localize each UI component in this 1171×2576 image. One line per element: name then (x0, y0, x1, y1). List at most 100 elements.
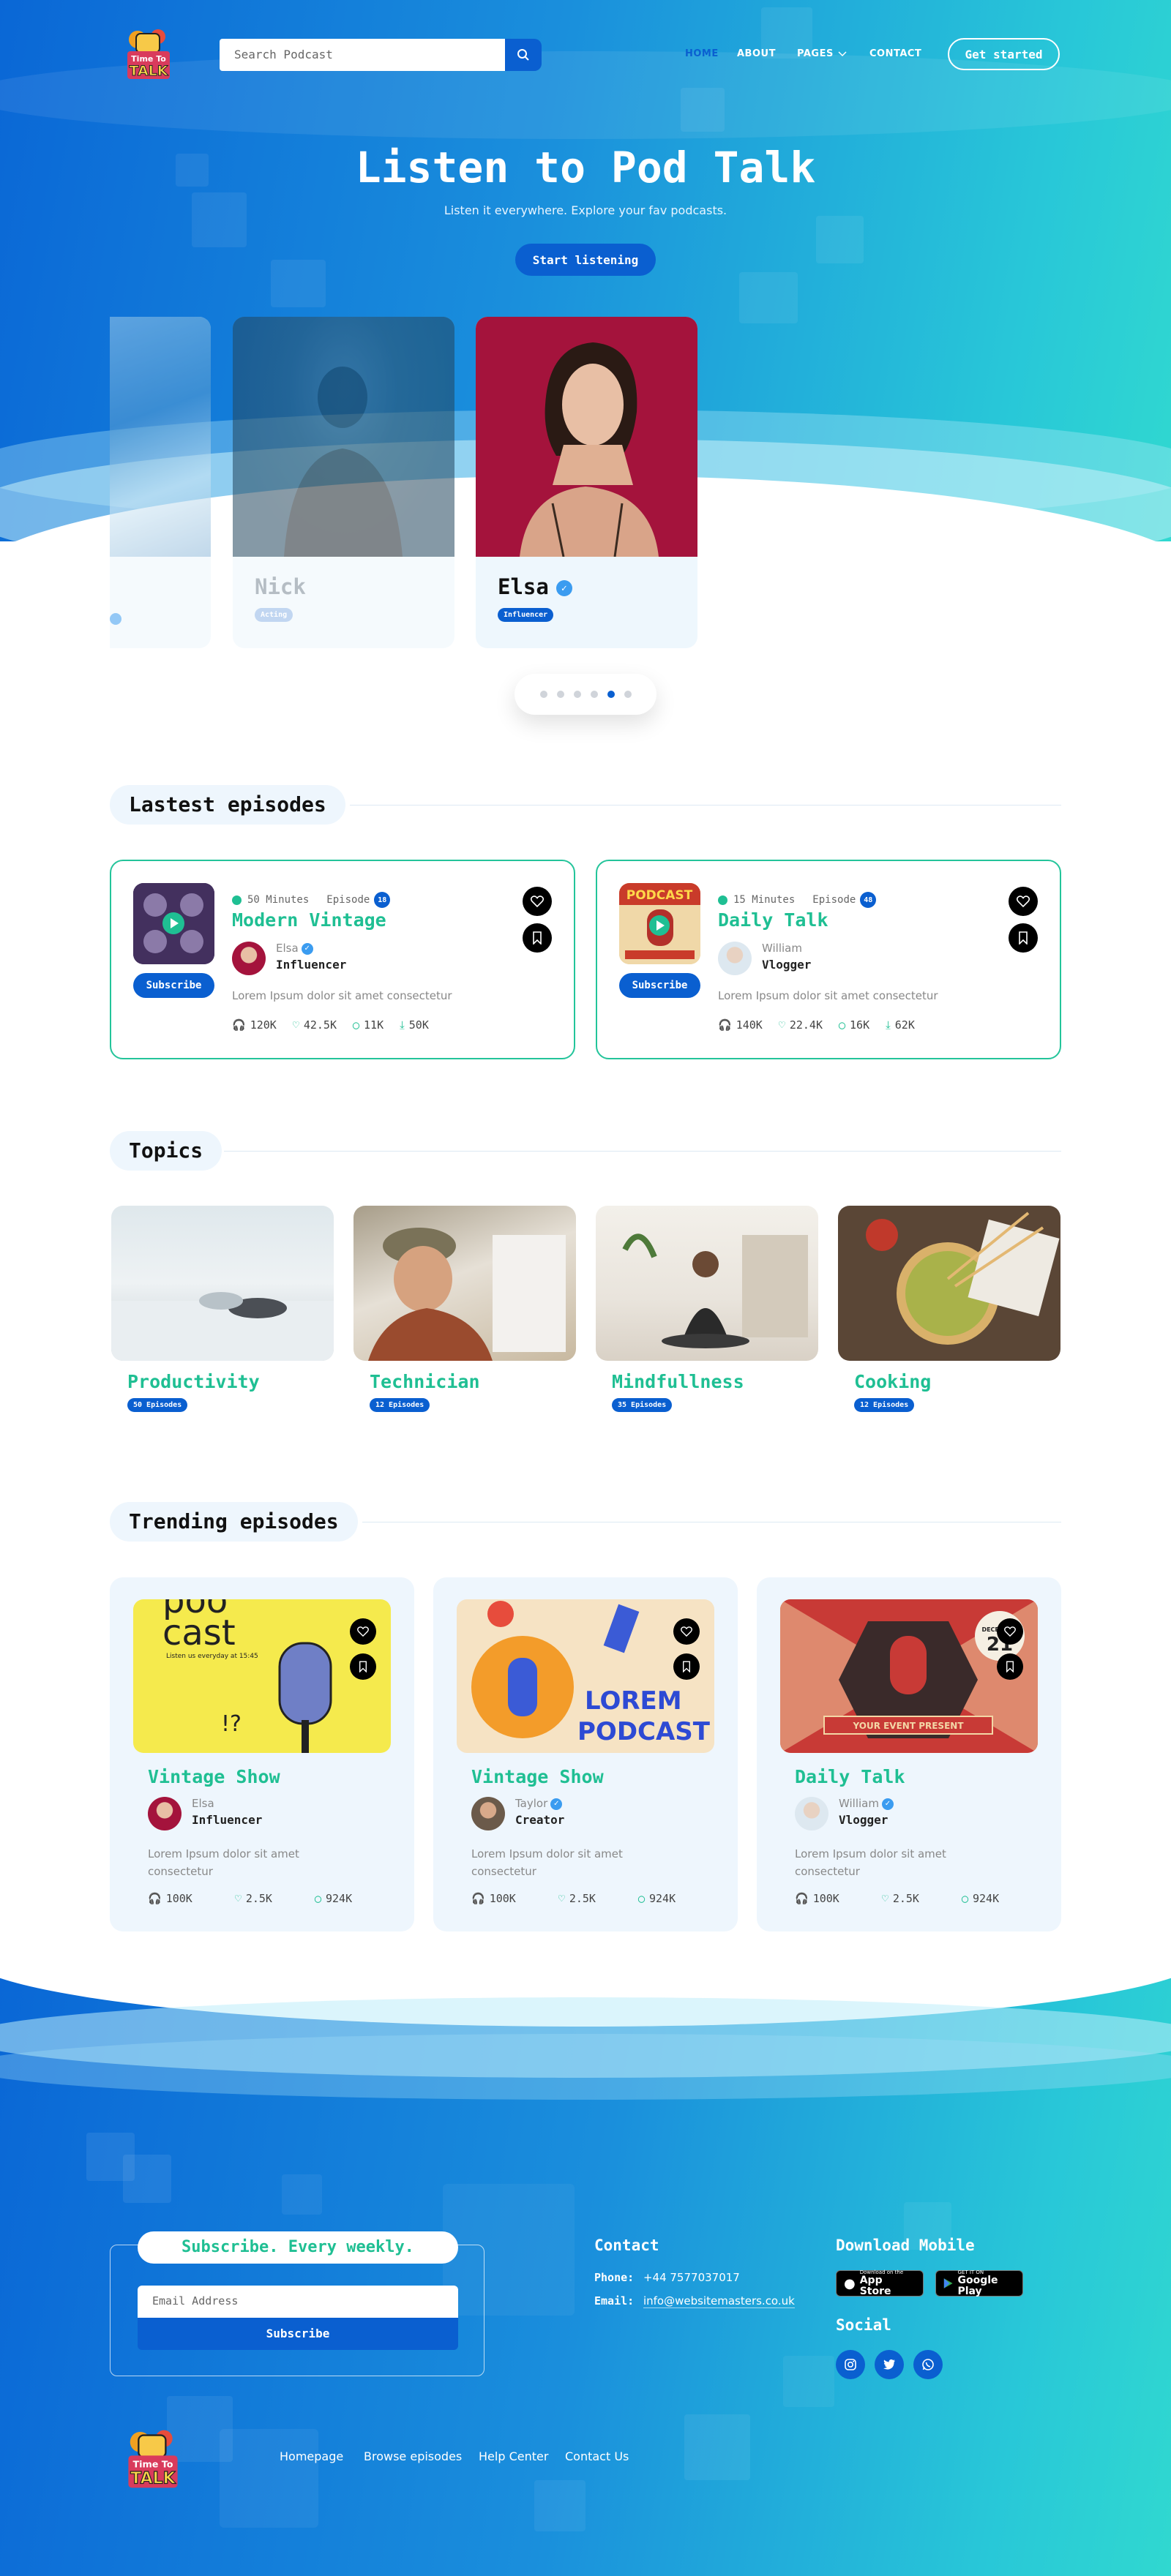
bookmark-icon (1019, 931, 1028, 945)
episode-stats: 🎧 120K ♡ 42.5K ◯ 11K ⤓ 50K (232, 1018, 429, 1032)
contact-heading: Contact (594, 2237, 659, 2254)
email-label: Email: (594, 2294, 635, 2307)
trending-title: Vintage Show (471, 1766, 604, 1787)
bookmark-icon (683, 1661, 690, 1672)
comment-icon: ◯ (839, 1018, 846, 1032)
like-button[interactable] (673, 1618, 700, 1645)
app-store-text: Download on the App Store (860, 2269, 916, 2297)
episode-label: Episode (812, 894, 856, 906)
svg-text:TALK: TALK (130, 2470, 176, 2488)
stat-value: 924K (973, 1892, 1000, 1905)
verified-icon (110, 613, 121, 625)
topic-card[interactable]: Mindfullness 35 Episodes (596, 1206, 818, 1412)
topic-card[interactable]: Cooking 12 Episodes (838, 1206, 1060, 1412)
trending-description: Lorem Ipsum dolor sit amet consectetur (795, 1847, 946, 1878)
trending-card[interactable]: DECEMBER 21 YOUR EVENT PRESENT Daily Tal… (757, 1577, 1061, 1931)
site-header: Time To TALK Search Podcast HOME ABOUT P… (110, 26, 1061, 85)
carousel-dot[interactable] (556, 691, 564, 698)
carousel-dot[interactable] (607, 691, 615, 698)
topic-card[interactable]: Productivity 50 Episodes (111, 1206, 334, 1412)
nav-home[interactable]: HOME (685, 48, 719, 59)
footer-logo[interactable]: Time To TALK (123, 2427, 183, 2491)
google-play-text: GET IT ON Google Play (957, 2269, 1015, 2297)
divider (224, 1151, 1061, 1152)
topic-card[interactable]: Technician 12 Episodes (353, 1206, 576, 1412)
stat-comments: ◯ 11K (353, 1018, 384, 1032)
newsletter-subscribe-button[interactable]: Subscribe (138, 2318, 458, 2350)
get-started-button[interactable]: Get started (948, 38, 1060, 70)
carousel-dot[interactable] (573, 691, 581, 698)
bookmark-button[interactable] (350, 1653, 376, 1680)
search-icon (517, 49, 529, 61)
trending-stats: 🎧 100K ♡ 2.5K ◯ 924K (795, 1892, 999, 1905)
avatar (795, 1797, 828, 1830)
headphones-icon: 🎧 (148, 1892, 162, 1905)
bookmark-button[interactable] (523, 923, 552, 953)
host-card-partial[interactable] (110, 317, 211, 648)
stat-value: 2.5K (892, 1892, 919, 1905)
footer-link-homepage[interactable]: Homepage (280, 2449, 343, 2463)
whatsapp-button[interactable] (913, 2350, 943, 2379)
bookmark-icon (533, 931, 542, 945)
hero-title: Listen to Pod Talk (355, 143, 816, 192)
twitter-button[interactable] (875, 2350, 904, 2379)
email-link[interactable]: info@websitemasters.co.uk (643, 2294, 795, 2308)
episode-card[interactable]: Subscribe 50 Minutes Episode 18 Modern V… (110, 860, 575, 1059)
trending-card[interactable]: LOREM PODCAST Vintage Show Taylor ✓ Creat… (433, 1577, 738, 1931)
nav-pages[interactable]: PAGES (797, 48, 847, 59)
heart-icon: ♡ (778, 1018, 785, 1032)
host-name-text: Taylor (515, 1797, 548, 1810)
stat-likes: ♡ 2.5K (558, 1892, 596, 1905)
like-button[interactable] (350, 1618, 376, 1645)
trending-card[interactable]: poo cast Listen us everyday at 15:45 !? … (110, 1577, 414, 1931)
host-portrait (520, 342, 659, 557)
search-input[interactable]: Search Podcast (220, 39, 505, 71)
bookmark-button[interactable] (673, 1653, 700, 1680)
search-button[interactable] (505, 39, 542, 71)
nav-about[interactable]: ABOUT (737, 48, 776, 59)
section-title-topics: Topics (110, 1131, 222, 1171)
footer-link-contact[interactable]: Contact Us (565, 2449, 629, 2463)
host-card-nick[interactable]: Nick Acting (233, 317, 454, 648)
footer-link-help[interactable]: Help Center (479, 2449, 548, 2463)
whatsapp-icon (922, 2359, 934, 2370)
host-tag: Influencer (498, 608, 554, 622)
carousel-dot[interactable] (539, 691, 547, 698)
nav-contact[interactable]: CONTACT (869, 48, 921, 59)
download-icon: ⤓ (886, 1018, 891, 1032)
bookmark-button[interactable] (997, 1653, 1023, 1680)
carousel-dot[interactable] (590, 691, 598, 698)
comment-icon: ◯ (961, 1892, 968, 1905)
start-listening-button[interactable]: Start listening (515, 244, 656, 276)
carousel-dot[interactable] (624, 691, 632, 698)
like-button[interactable] (997, 1618, 1023, 1645)
host-card-elsa[interactable]: Elsa ✓ Influencer (476, 317, 697, 648)
stat-likes: ♡ 42.5K (293, 1018, 337, 1032)
footer-link-browse[interactable]: Browse episodes (364, 2449, 462, 2463)
subscribe-button[interactable]: Subscribe (619, 973, 700, 998)
svg-text:Time To: Time To (132, 2460, 173, 2471)
like-button[interactable] (1009, 887, 1038, 916)
subscribe-button[interactable]: Subscribe (133, 973, 214, 998)
google-play-badge[interactable]: GET IT ON Google Play (935, 2269, 1023, 2297)
site-footer: Subscribe. Every weekly. Email Address S… (0, 1975, 1171, 2576)
app-store-badge[interactable]: ● Download on the App Store (836, 2269, 924, 2297)
stat-listens: 🎧 140K (718, 1018, 763, 1032)
site-logo[interactable]: Time To TALK (123, 26, 174, 82)
avatar (232, 942, 266, 975)
instagram-button[interactable] (836, 2350, 865, 2379)
episode-card[interactable]: PODCAST Subscribe 15 Minutes Episode 48 … (596, 860, 1061, 1059)
divider (350, 805, 1061, 806)
stat-value: 100K (812, 1892, 839, 1905)
like-button[interactable] (523, 887, 552, 916)
email-field[interactable]: Email Address (138, 2286, 458, 2318)
heart-icon (1017, 895, 1030, 907)
trending-title: Daily Talk (795, 1766, 905, 1787)
bookmark-button[interactable] (1009, 923, 1038, 953)
episode-host-name: William (762, 942, 802, 955)
heart-icon (531, 895, 544, 907)
headphones-icon: 🎧 (232, 1018, 246, 1032)
host-photo (476, 317, 697, 557)
stat-value: 42.5K (303, 1018, 337, 1032)
phone-value[interactable]: +44 7577037017 (643, 2271, 740, 2284)
